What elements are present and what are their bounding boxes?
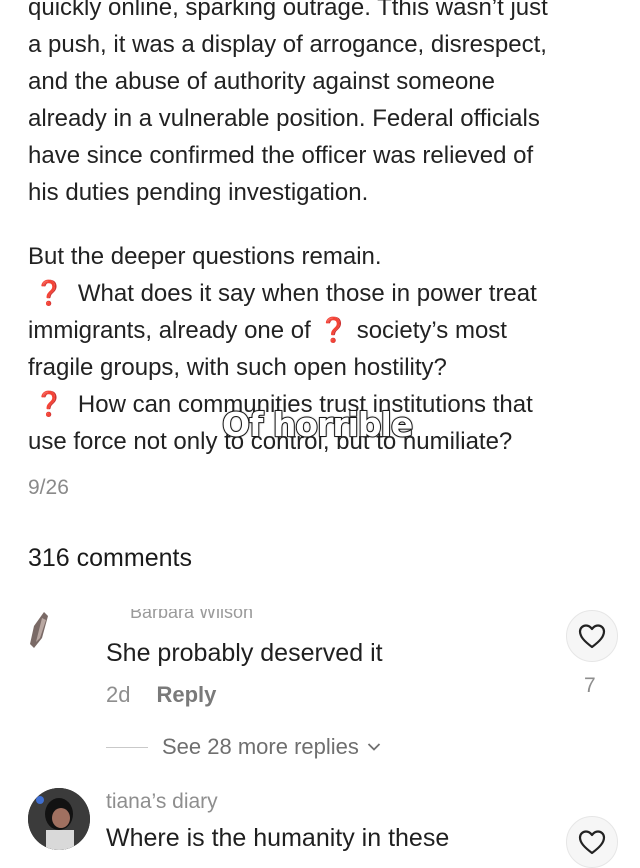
chevron-down-icon [367, 742, 381, 752]
comment-text: Where is the humanity in these [106, 824, 450, 852]
post-line: a push, it was a display of arrogance, d… [28, 31, 547, 58]
heart-icon [578, 624, 606, 649]
caption-overlay: Of horrible [221, 404, 414, 445]
like-button[interactable] [566, 816, 618, 868]
like-count: 7 [584, 674, 596, 697]
comment-username[interactable]: tiana’s diary [106, 790, 218, 814]
avatar[interactable] [28, 788, 90, 850]
post-text: society’s most [356, 317, 507, 344]
comments-count: 316 comments [28, 544, 192, 572]
see-more-replies-label: See 28 more replies [162, 734, 359, 759]
avatar[interactable] [28, 608, 50, 652]
like-button[interactable] [566, 610, 618, 662]
post-line: have since confirmed the officer was rel… [28, 142, 534, 169]
post-line: already in a vulnerable position. Federa… [28, 105, 540, 132]
comment-time: 2d [106, 682, 131, 707]
post-text: What does it say when those in power tre… [77, 280, 537, 307]
comment-meta: 2d Reply [106, 682, 216, 708]
post-line: quickly online, sparking outrage. Tthis … [28, 0, 548, 21]
question-line-2: immigrants, already one of ❓ society’s mos… [28, 312, 618, 349]
post-paragraph-1: quickly online, sparking outrage. Tthis … [28, 0, 618, 211]
question-mark-icon: ❓ [34, 280, 64, 307]
question-mark-icon: ❓ [318, 317, 349, 344]
see-more-replies-button[interactable]: See 28 more replies [106, 733, 381, 761]
post-text: immigrants, already one of [28, 317, 311, 344]
page-indicator: 9/26 [28, 476, 69, 499]
question-mark-icon: ❓ [34, 391, 64, 418]
comment-text: She probably deserved it [106, 639, 383, 667]
post-line: and the abuse of authority against someo… [28, 68, 495, 95]
question-line-3: fragile groups, with such open hostility… [28, 354, 447, 381]
divider [106, 746, 148, 748]
question-line-1: ❓ What does it say when those in power tr… [28, 275, 618, 312]
post-line: his duties pending investigation. [28, 179, 369, 206]
reply-button[interactable]: Reply [156, 682, 216, 707]
heart-icon [578, 830, 606, 855]
post-line: But the deeper questions remain. [28, 243, 382, 270]
comment-username[interactable]: Barbara Wilson [130, 609, 253, 621]
